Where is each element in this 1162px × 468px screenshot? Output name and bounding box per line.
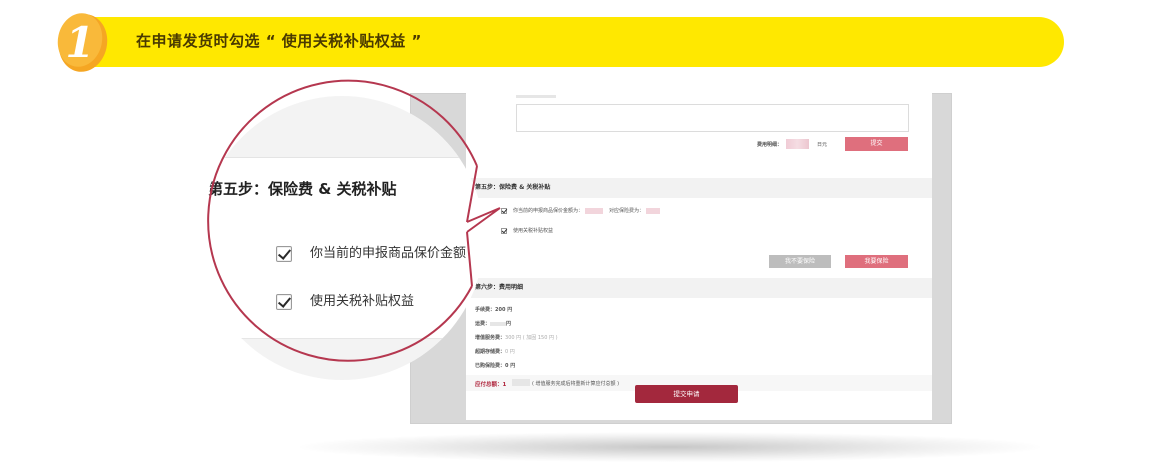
magnifier-outline-icon <box>207 79 501 362</box>
